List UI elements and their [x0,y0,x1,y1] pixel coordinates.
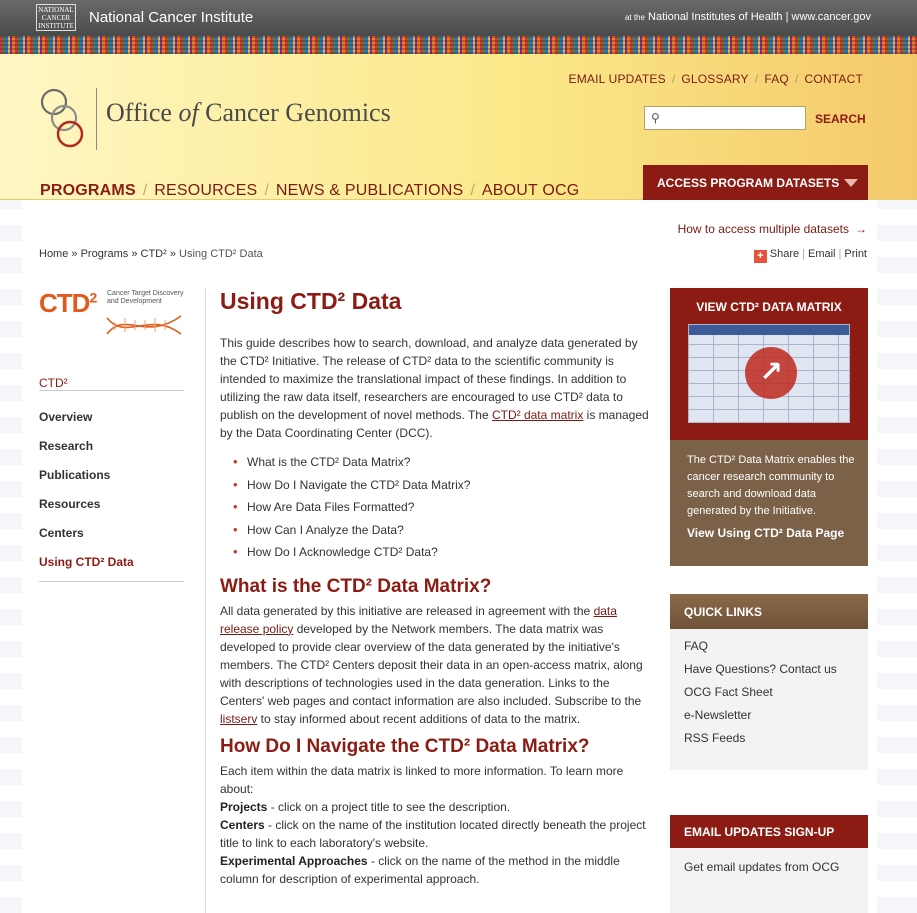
view-using-ctd2-data-link[interactable]: View Using CTD² Data Page [687,526,844,540]
view-data-matrix-title[interactable]: VIEW CTD² DATA MATRIX [670,300,868,314]
data-matrix-thumbnail[interactable]: ↗ [688,324,850,423]
nci-logo[interactable]: NATIONAL CANCER INSTITUTE [36,4,76,31]
nav-about-ocg[interactable]: ABOUT OCG [482,182,580,199]
multiple-datasets-link[interactable]: How to access multiple datasets → [678,222,867,236]
leftnav-bottom-divider [39,581,184,582]
quick-links-title: QUICK LINKS [670,594,868,629]
nih-text: National Institutes of Health | www.canc… [648,11,871,23]
utility-contact[interactable]: CONTACT [804,72,863,86]
email-signup-title: EMAIL UPDATES SIGN-UP [670,815,868,848]
print-link[interactable]: Print [844,248,867,260]
leftnav-list: Overview Research Publications Resources… [39,410,134,584]
search-button[interactable]: SEARCH [815,112,866,126]
intro-paragraph: This guide describes how to search, down… [220,336,649,440]
left-sidebar: CTD2 Cancer Target Discovery and Develop… [39,288,185,582]
quick-link-rss[interactable]: RSS Feeds [684,731,854,754]
nav-news-publications[interactable]: NEWS & PUBLICATIONS [276,182,464,199]
leftnav-section-title[interactable]: CTD² [39,376,68,390]
dna-banner-strip [0,36,917,54]
nci-name-link[interactable]: National Cancer Institute [89,9,253,26]
leftnav-divider [39,390,184,391]
quick-link-newsletter[interactable]: e-Newsletter [684,708,854,731]
utility-email-updates[interactable]: EMAIL UPDATES [569,72,666,86]
table-of-contents: What is the CTD² Data Matrix? How Do I N… [220,454,654,568]
access-label: ACCESS PROGRAM DATASETS [657,176,840,190]
breadcrumb-programs[interactable]: Programs [81,248,129,260]
share-link[interactable]: Share [770,248,799,260]
leftnav-item-publications[interactable]: Publications [39,468,134,497]
site-title[interactable]: Office of Cancer Genomics [106,98,391,128]
utility-glossary[interactable]: GLOSSARY [681,72,748,86]
ctd2-logo-text: CTD2 [39,288,97,318]
toc-item[interactable]: How Do I Acknowledge CTD² Data? [233,544,654,568]
email-signup-box: EMAIL UPDATES SIGN-UP Get email updates … [670,815,868,913]
chevron-down-icon [844,179,858,187]
navigate-paragraph: Each item within the data matrix is link… [220,763,624,796]
navigate-item-approaches: Experimental Approaches - click on the n… [220,853,620,886]
what-is-paragraph: All data generated by this initiative ar… [220,603,643,726]
utility-faq[interactable]: FAQ [764,72,789,86]
share-icon[interactable]: + [753,250,767,263]
navigate-item-projects: Projects - click on a project title to s… [220,799,511,814]
quick-links-list: FAQ Have Questions? Contact us OCG Fact … [670,629,868,764]
breadcrumb-home[interactable]: Home [39,248,68,260]
ctd2-data-matrix-link[interactable]: CTD² data matrix [492,408,583,422]
navigate-item-centers: Centers - click on the name of the insti… [220,817,646,850]
left-watermark [0,200,22,913]
ctd2-logo-subtitle: Cancer Target Discovery and Development [107,290,184,305]
quick-links-box: QUICK LINKS FAQ Have Questions? Contact … [670,594,868,770]
access-program-datasets-button[interactable]: ACCESS PROGRAM DATASETS [643,165,868,200]
breadcrumb-current: Using CTD² Data [179,248,263,260]
logo-divider [96,88,97,150]
nci-top-bar: NATIONAL CANCER INSTITUTE National Cance… [0,0,917,36]
quick-link-faq[interactable]: FAQ [684,639,854,662]
section-heading-what-is: What is the CTD² Data Matrix? [220,575,492,597]
leftnav-item-research[interactable]: Research [39,439,134,468]
breadcrumb: Home » Programs » CTD² » Using CTD² Data [39,248,263,260]
leftnav-item-overview[interactable]: Overview [39,410,134,439]
page-title: Using CTD² Data [220,288,402,314]
nih-link[interactable]: at the National Institutes of Health | w… [625,11,871,23]
toc-item[interactable]: What is the CTD² Data Matrix? [233,454,654,478]
section-heading-navigate: How Do I Navigate the CTD² Data Matrix? [220,735,590,757]
leftnav-item-resources[interactable]: Resources [39,497,134,526]
nih-prefix: at the [624,13,645,22]
right-watermark [877,200,917,913]
site-header: EMAIL UPDATES / GLOSSARY / FAQ / CONTACT Offic… [0,54,917,200]
dna-helix-icon [106,315,182,335]
external-link-arrow-icon: ↗ [745,347,797,399]
search-icon: ⚲ [651,111,660,125]
leftnav-item-using-ctd2-data[interactable]: Using CTD² Data [39,555,134,584]
ocg-logo-icon[interactable] [40,88,88,148]
utility-links: EMAIL UPDATES / GLOSSARY / FAQ / CONTACT [568,72,863,86]
listserv-link[interactable]: listserv [220,712,257,726]
ctd2-logo[interactable]: CTD2 Cancer Target Discovery and Develop… [39,288,185,344]
toc-item[interactable]: How Are Data Files Formatted? [233,499,654,523]
nav-resources[interactable]: RESOURCES [154,182,257,199]
share-bar: + Share | Email | Print [753,248,867,263]
toc-item[interactable]: How Can I Analyze the Data? [233,522,654,546]
nav-programs[interactable]: PROGRAMS [40,182,136,199]
toc-item[interactable]: How Do I Navigate the CTD² Data Matrix? [233,477,654,501]
main-nav: PROGRAMS / RESOURCES / NEWS & PUBLICATIONS / A… [40,182,580,199]
email-signup-link[interactable]: Get email updates from OCG [670,848,868,886]
data-matrix-promo: VIEW CTD² DATA MATRIX ↗ The CTD² Data Ma… [670,288,868,566]
column-divider [205,288,206,913]
data-matrix-description-panel: The CTD² Data Matrix enables the cancer … [670,440,868,566]
leftnav-item-centers[interactable]: Centers [39,526,134,555]
search-input[interactable]: ⚲ [644,106,806,130]
arrow-right-icon: → [855,222,867,236]
quick-link-fact-sheet[interactable]: OCG Fact Sheet [684,685,854,708]
email-link[interactable]: Email [808,248,836,260]
data-matrix-description: The CTD² Data Matrix enables the cancer … [687,454,855,517]
breadcrumb-ctd2[interactable]: CTD² [141,248,167,260]
main-content: Using CTD² Data This guide describes how… [220,288,654,888]
quick-link-contact[interactable]: Have Questions? Contact us [684,662,854,685]
